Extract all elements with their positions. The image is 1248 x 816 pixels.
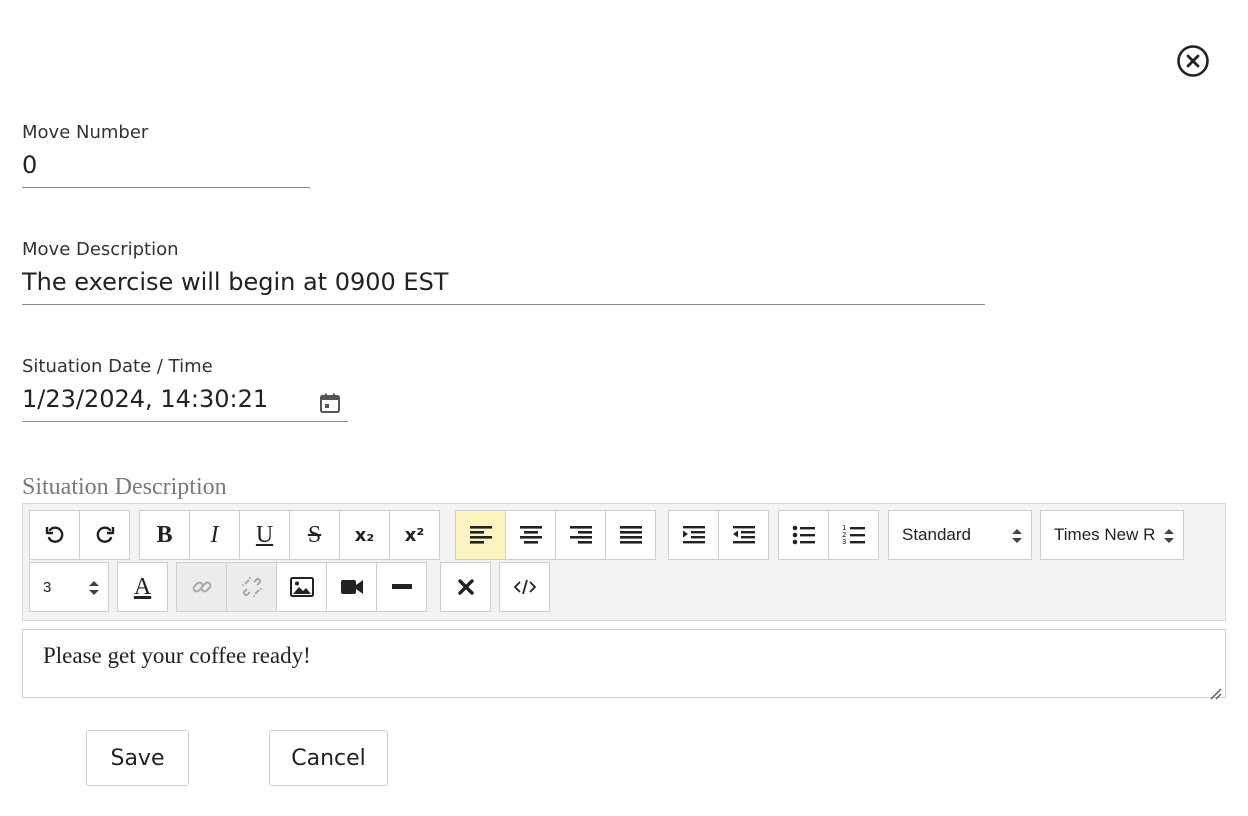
select-arrows-icon [88,579,100,597]
font-family-value: Times New R [1054,525,1156,544]
move-description-field: Move Description The exercise will begin… [22,239,985,305]
redo-button[interactable] [79,510,130,560]
cancel-button[interactable]: Cancel [269,730,388,786]
clear-format-icon[interactable] [440,562,491,612]
numbered-list-icon[interactable]: 123 [828,510,879,560]
underline-button[interactable]: U [239,510,290,560]
code-view-icon[interactable] [499,562,550,612]
superscript-glyph: x² [404,524,425,546]
font-size-select[interactable]: 3 [29,562,109,612]
align-left-button[interactable] [455,510,506,560]
editor-toolbar: B I U S x₂ x² 123 Standard Times New R 3… [22,503,1226,621]
save-button[interactable]: Save [86,730,189,786]
unlink-icon[interactable] [226,562,277,612]
svg-text:3: 3 [842,538,846,546]
insert-group [176,562,427,612]
italic-glyph: I [210,521,219,548]
clear-group [440,562,491,612]
align-center-button[interactable] [505,510,556,560]
indent-icon[interactable] [668,510,719,560]
situation-description-label: Situation Description [22,474,227,500]
paragraph-format-select[interactable]: Standard [888,510,1032,560]
bold-button[interactable]: B [139,510,190,560]
calendar-icon[interactable] [318,391,342,415]
underline-glyph: U [255,521,274,548]
move-description-input[interactable]: The exercise will begin at 0900 EST [22,268,985,305]
font-color-button[interactable]: A [117,562,168,612]
move-number-input[interactable]: 0 [22,151,310,188]
font-size-value: 3 [43,578,52,596]
source-group [499,562,550,612]
strike-glyph: S [307,521,322,548]
outdent-icon[interactable] [718,510,769,560]
font-family-select[interactable]: Times New R [1040,510,1184,560]
situation-description-editor[interactable]: Please get your coffee ready! [22,629,1226,700]
text-style-group: B I U S x₂ x² [139,510,440,560]
align-right-button[interactable] [555,510,606,560]
bullet-list-icon[interactable] [778,510,829,560]
subscript-button[interactable]: x₂ [339,510,390,560]
situation-datetime-value: 1/23/2024, 14:30:21 [22,385,269,413]
video-icon[interactable] [326,562,377,612]
alignment-group [455,510,656,560]
select-arrows-icon [1011,527,1023,545]
list-group: 123 [778,510,879,560]
paragraph-format-value: Standard [902,525,971,544]
situation-datetime-label: Situation Date / Time [22,356,213,377]
subscript-glyph: x₂ [354,524,375,546]
move-number-label: Move Number [22,122,149,143]
indent-group [668,510,769,560]
align-justify-button[interactable] [605,510,656,560]
italic-button[interactable]: I [189,510,240,560]
image-icon[interactable] [276,562,327,612]
history-group [29,510,130,560]
link-icon[interactable] [176,562,227,612]
move-description-label: Move Description [22,239,179,260]
font-color-glyph: A [133,574,152,600]
font-color-group: A [117,562,168,612]
resize-handle-icon[interactable] [1208,680,1222,700]
editor-content: Please get your coffee ready! [43,643,311,668]
horizontal-rule-icon[interactable] [376,562,427,612]
select-arrows-icon [1163,527,1175,545]
undo-button[interactable] [29,510,80,560]
superscript-button[interactable]: x² [389,510,440,560]
strikethrough-button[interactable]: S [289,510,340,560]
bold-glyph: B [156,521,173,548]
close-icon[interactable] [1176,44,1210,78]
move-number-field: Move Number 0 [22,122,310,188]
situation-datetime-input[interactable]: 1/23/2024, 14:30:21 [22,385,348,422]
situation-datetime-field: Situation Date / Time 1/23/2024, 14:30:2… [22,356,348,422]
